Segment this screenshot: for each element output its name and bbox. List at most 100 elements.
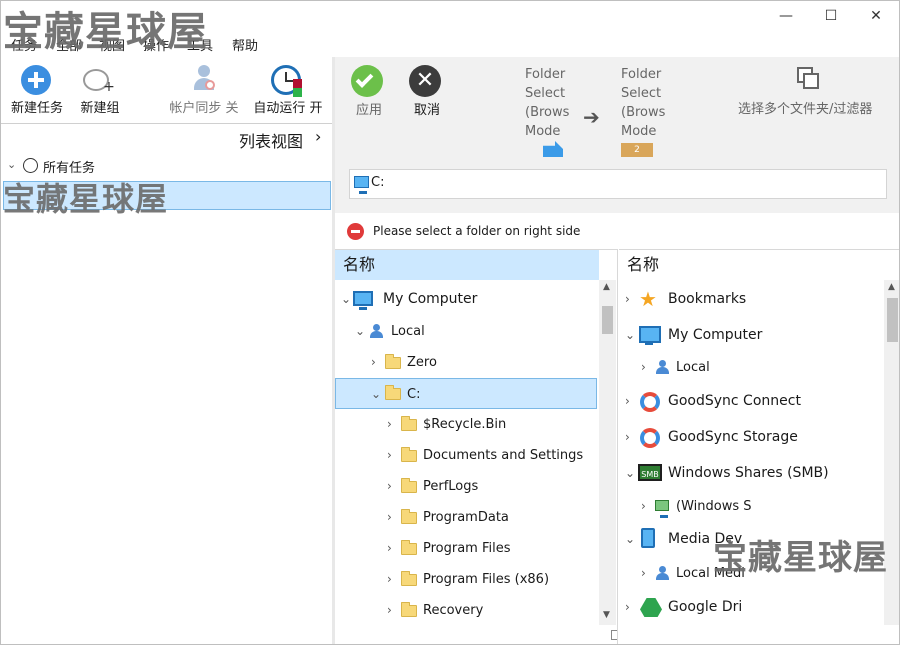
tree-item[interactable]: › Program Files (x86) <box>335 564 599 595</box>
chevron-right-icon[interactable]: › <box>315 127 321 146</box>
close-window-button[interactable]: ✕ <box>853 1 899 31</box>
tree-item[interactable]: ⌄ SMB Windows Shares (SMB) <box>619 458 885 489</box>
chevron-right-icon[interactable]: › <box>387 440 392 471</box>
apply-button[interactable]: 应用 <box>347 63 391 123</box>
tree-item[interactable]: › Documents and Settings <box>335 440 599 471</box>
auto-run-button[interactable]: 自动运行 开 <box>247 57 329 117</box>
folder-select-right-button[interactable]: Folder Select (Brows Mode <box>621 65 673 141</box>
chevron-down-icon[interactable]: ⌄ <box>625 524 635 555</box>
tree-item-label: Zero <box>407 355 437 370</box>
blue-folder-icon <box>543 141 563 157</box>
chevron-right-icon[interactable]: › <box>641 491 646 522</box>
computer-icon <box>639 326 661 345</box>
tree-item[interactable]: ⌄ My Computer <box>619 320 885 351</box>
tree-item[interactable]: › GoodSync Storage <box>619 422 885 453</box>
app-window: — ☐ ✕ 任务 全部 视图 操作 工具 帮助 宝藏星球屋 新建任务 + 新建组 <box>0 0 900 645</box>
chevron-right-icon[interactable]: › <box>641 352 646 383</box>
cancel-button[interactable]: ✕ 取消 <box>407 63 447 123</box>
chevron-right-icon[interactable]: › <box>387 564 392 595</box>
tree-item-label: Recovery <box>423 603 484 618</box>
check-icon <box>351 65 383 97</box>
folder-icon <box>401 540 417 555</box>
tree-item[interactable]: › GoodSync Connect <box>619 386 885 417</box>
computer-icon <box>353 291 373 310</box>
computer-icon <box>354 176 369 194</box>
chevron-down-icon[interactable]: ⌄ <box>625 320 635 351</box>
tree-item[interactable]: › Local <box>619 352 885 383</box>
folder-select-right-line: Folder <box>621 67 662 82</box>
tree-item[interactable]: › PerfLogs <box>335 471 599 502</box>
address-area: C: <box>335 157 899 213</box>
maximize-button[interactable]: ☐ <box>808 1 854 31</box>
resize-grip-icon[interactable] <box>611 630 617 640</box>
folder-icon <box>385 385 401 400</box>
chevron-down-icon[interactable]: ⌄ <box>625 458 635 489</box>
minimize-button[interactable]: — <box>763 1 809 31</box>
chevron-down-icon[interactable]: ⌄ <box>355 316 365 347</box>
tree-item[interactable]: › ProgramData <box>335 502 599 533</box>
chevron-right-icon[interactable]: › <box>387 595 392 626</box>
tree-item-label: Local <box>391 324 425 339</box>
tree-item[interactable]: › $Recycle.Bin <box>335 409 599 440</box>
status-red-icon <box>293 79 302 88</box>
tree-item-label: (Windows S <box>676 499 752 514</box>
chevron-right-icon[interactable]: › <box>387 409 392 440</box>
chevron-right-icon[interactable]: › <box>371 347 376 378</box>
chevron-right-icon[interactable]: › <box>625 422 630 453</box>
folder-icon <box>401 509 417 524</box>
menu-help[interactable]: 帮助 <box>232 35 258 54</box>
watermark-text-2: 宝藏星球屋 <box>3 180 169 218</box>
folder-select-left-line: Mode <box>525 124 561 139</box>
tree-item[interactable]: › Program Files <box>335 533 599 564</box>
new-group-button[interactable]: + 新建组 <box>73 57 127 117</box>
left-tree-scrollbar[interactable]: ▲ ▼ <box>599 280 616 625</box>
tree-item-label: ProgramData <box>423 510 509 525</box>
tree-item[interactable]: › Google Dri <box>619 592 885 623</box>
scroll-up-icon[interactable]: ▲ <box>888 282 895 292</box>
multi-select-button[interactable]: 选择多个文件夹/过滤器 <box>738 98 872 117</box>
address-input[interactable]: C: <box>349 169 887 199</box>
tree-item[interactable]: › (Windows S <box>619 491 885 522</box>
right-tree-header[interactable]: 名称 <box>619 250 659 280</box>
account-sync-button[interactable]: 帐户同步 关 <box>161 57 247 117</box>
network-computer-icon <box>655 500 669 518</box>
folder-select-left-line: Select <box>525 86 566 101</box>
tree-item[interactable]: ⌄ Local <box>335 316 599 347</box>
scroll-thumb[interactable] <box>887 298 898 342</box>
account-sync-label: 帐户同步 关 <box>169 101 239 116</box>
user-icon <box>369 324 383 338</box>
chevron-right-icon[interactable]: › <box>625 386 630 417</box>
scroll-down-icon[interactable]: ▼ <box>603 610 610 620</box>
left-tree-header[interactable]: 名称 <box>335 250 599 280</box>
chevron-right-icon[interactable]: › <box>387 502 392 533</box>
folder-2-icon: 2 <box>621 143 653 157</box>
tree-item[interactable]: › Recovery <box>335 595 599 626</box>
tree-item[interactable]: › ★ Bookmarks <box>619 284 885 315</box>
tree-item-label: Windows Shares (SMB) <box>668 465 829 481</box>
list-view-label[interactable]: 列表视图 <box>239 128 303 152</box>
scroll-thumb[interactable] <box>602 306 613 334</box>
multi-select-icon <box>795 65 823 93</box>
chevron-down-icon[interactable]: ⌄ <box>7 158 16 171</box>
tree-item[interactable]: › Zero <box>335 347 599 378</box>
scroll-up-icon[interactable]: ▲ <box>603 282 610 292</box>
tree-item[interactable]: ⌄ My Computer <box>335 284 599 315</box>
chevron-right-icon[interactable]: › <box>625 284 630 315</box>
folder-select-left-button[interactable]: Folder Select (Brows Mode <box>525 65 577 141</box>
tree-item-label: PerfLogs <box>423 479 479 494</box>
task-list-pane: 列表视图 › ⌄ 所有任务 宝藏星球屋 <box>1 123 333 644</box>
chevron-right-icon[interactable]: › <box>641 558 646 589</box>
chevron-down-icon[interactable]: ⌄ <box>341 284 351 315</box>
message-bar: Please select a folder on right side <box>335 213 899 249</box>
new-task-button[interactable]: 新建任务 <box>5 57 69 117</box>
tree-item-selected[interactable]: ⌄ C: <box>335 378 597 409</box>
chevron-down-icon[interactable]: ⌄ <box>371 379 381 410</box>
all-tasks-radio[interactable] <box>23 158 38 173</box>
folder-icon <box>401 478 417 493</box>
chevron-right-icon[interactable]: › <box>387 533 392 564</box>
folder-select-right-line: (Brows <box>621 105 666 120</box>
chevron-right-icon[interactable]: › <box>625 592 630 623</box>
folder-icon <box>401 602 417 617</box>
new-task-label: 新建任务 <box>10 101 63 116</box>
chevron-right-icon[interactable]: › <box>387 471 392 502</box>
